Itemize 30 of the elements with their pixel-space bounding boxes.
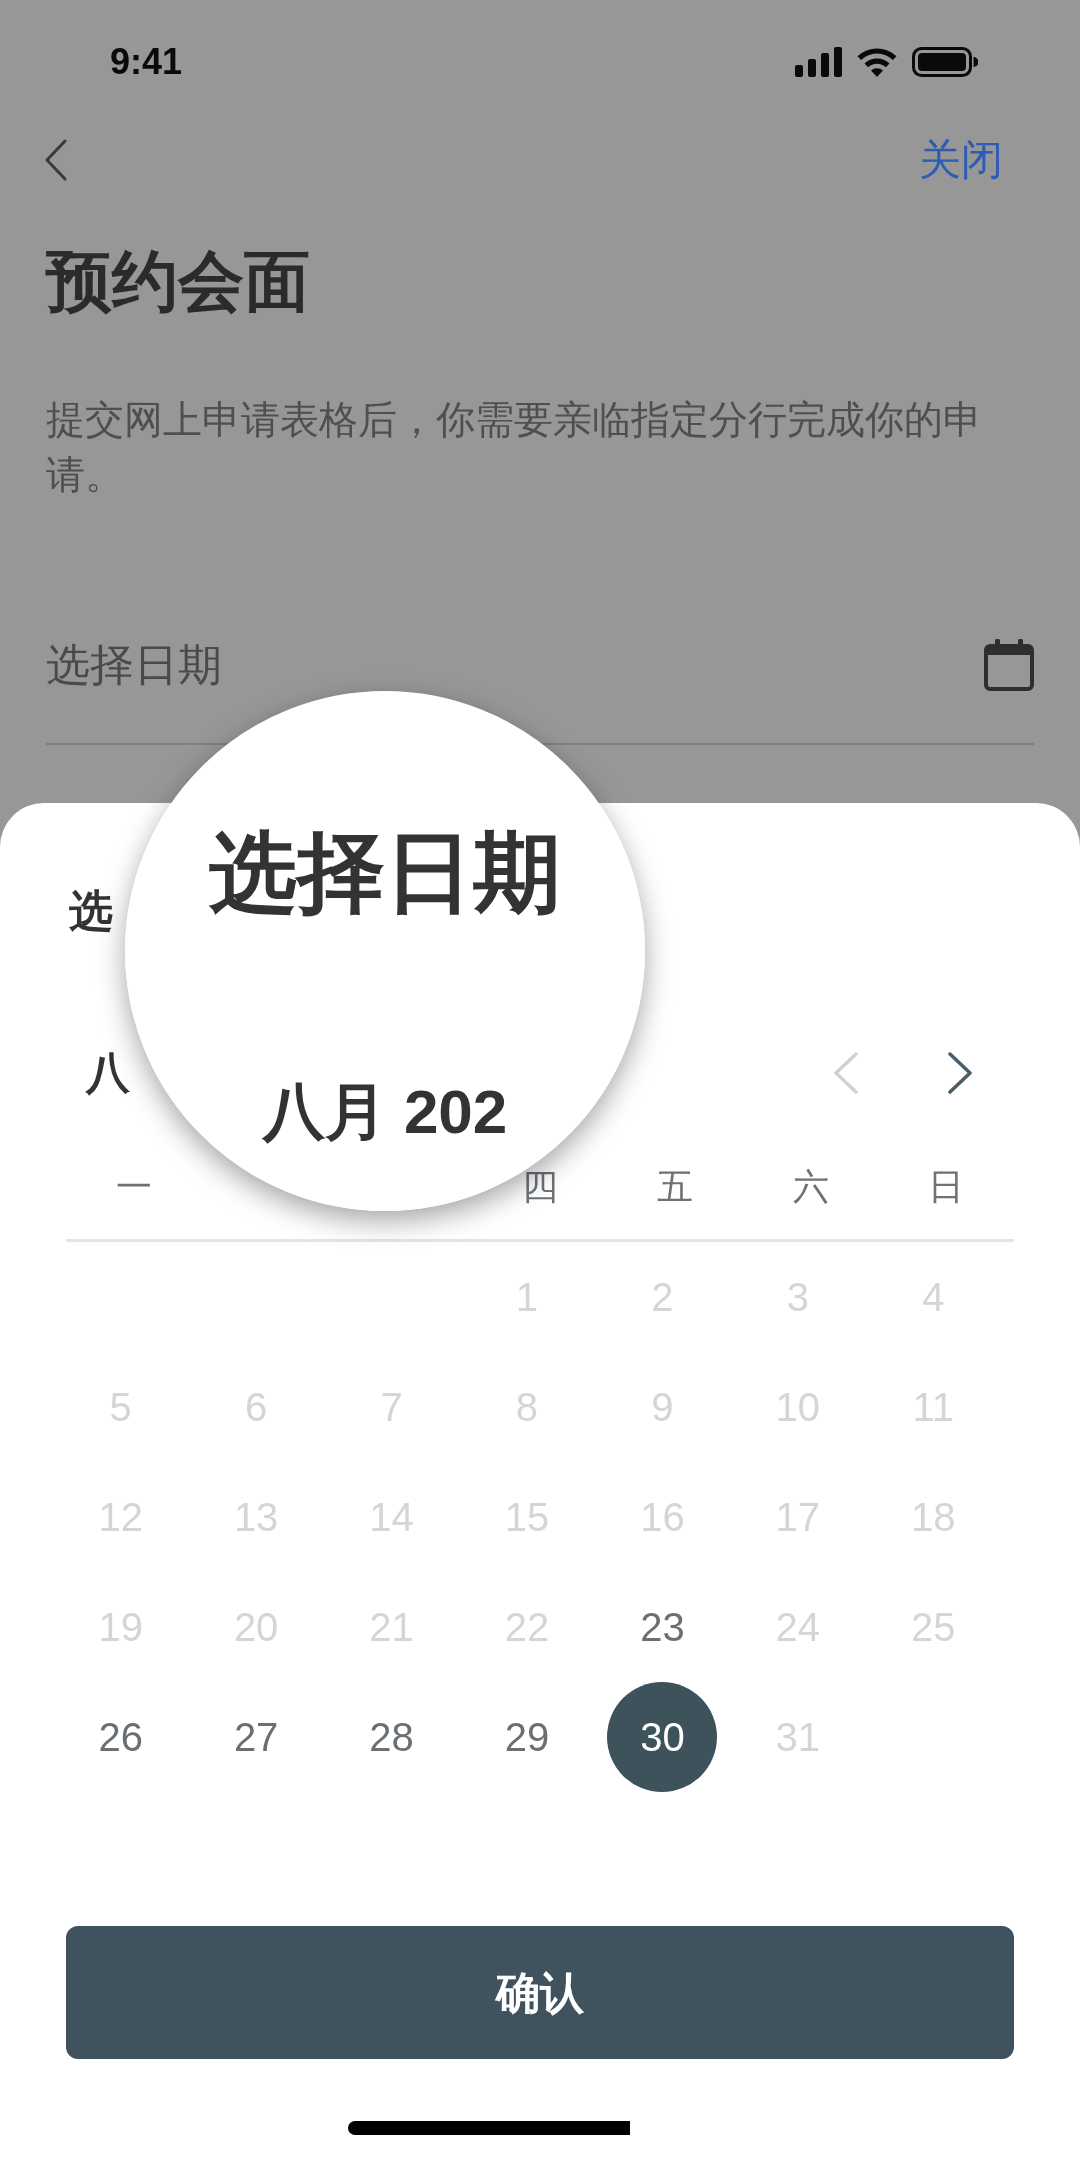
weekday-label: 五 [657, 1169, 694, 1205]
status-time: 9:41 [110, 44, 183, 80]
close-link[interactable]: 关闭 [919, 139, 1003, 181]
calendar-day[interactable]: 30 [607, 1682, 718, 1792]
calendar-day[interactable]: 28 [336, 1682, 447, 1792]
date-field[interactable]: 选择日期 [46, 642, 222, 687]
back-button[interactable] [45, 139, 67, 181]
chevron-right-icon [948, 1052, 972, 1094]
magnified-title: 选择日期 [209, 829, 561, 917]
calendar-day[interactable]: 26 [65, 1682, 176, 1792]
sheet-title: 选 [69, 888, 113, 933]
weekday-label: 四 [522, 1169, 558, 1205]
calendar-icon[interactable] [984, 638, 1034, 691]
weekday-label: 六 [792, 1169, 829, 1205]
back-icon [45, 139, 67, 181]
magnified-month: 八月 202 [262, 1081, 508, 1143]
calendar-day[interactable]: 27 [201, 1682, 312, 1792]
chevron-left-icon [834, 1052, 858, 1094]
page-description: 提交网上申请表格后，你需要亲临指定分行完成你的申请。 [46, 397, 983, 498]
wifi-icon [857, 47, 897, 77]
confirm-button[interactable]: 确认 [66, 1926, 1014, 2059]
page-title: 预约会面 [46, 243, 311, 319]
battery-icon [912, 47, 978, 77]
next-month-button[interactable] [948, 1052, 972, 1094]
signal-icon [795, 47, 842, 77]
weekday-label: 一 [115, 1169, 152, 1205]
weekday-label: 日 [928, 1169, 965, 1205]
month-label: 八 [86, 1051, 130, 1095]
calendar-day[interactable]: 29 [472, 1682, 582, 1792]
calendar-day[interactable]: 23 [607, 1572, 718, 1682]
